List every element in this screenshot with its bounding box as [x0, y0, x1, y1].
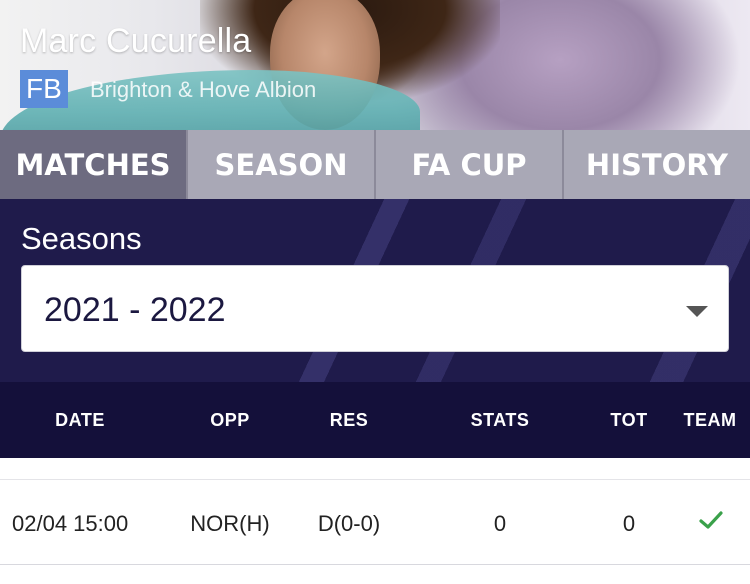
check-icon — [699, 511, 723, 529]
table-header: DATE OPP RES STATS TOT TEAM — [0, 382, 750, 458]
player-header: Marc Cucurella FB Brighton & Hove Albion — [0, 0, 750, 130]
player-name: Marc Cucurella — [20, 22, 252, 60]
tab-matches[interactable]: MATCHES — [0, 130, 188, 199]
match-date: 02/04 15:00 — [12, 511, 129, 536]
tab-bar: MATCHES SEASON FA CUP HISTORY — [0, 130, 750, 199]
chevron-down-icon[interactable] — [686, 306, 708, 317]
match-stats: 0 — [493, 511, 507, 536]
position-badge: FB — [20, 70, 68, 108]
season-panel: Seasons 2021 - 2022 — [0, 199, 750, 382]
column-header-res[interactable]: RES — [330, 410, 369, 431]
season-dropdown[interactable]: 2021 - 2022 — [21, 265, 729, 352]
column-header-stats[interactable]: STATS — [471, 410, 530, 431]
table-row[interactable]: 02/04 15:00 NOR(H) D(0-0) 0 0 — [0, 481, 750, 565]
tab-fa-cup[interactable]: FA CUP — [376, 130, 564, 199]
season-selected-value: 2021 - 2022 — [44, 291, 226, 329]
match-opponent: NOR(H) — [190, 511, 270, 536]
tab-history[interactable]: HISTORY — [564, 130, 750, 199]
match-result: D(0-0) — [317, 511, 381, 536]
table-divider — [0, 458, 750, 480]
seasons-label: Seasons — [21, 221, 142, 256]
column-header-tot[interactable]: TOT — [610, 410, 647, 431]
tab-season[interactable]: SEASON — [188, 130, 376, 199]
column-header-opp[interactable]: OPP — [210, 410, 250, 431]
column-header-date[interactable]: DATE — [55, 410, 105, 431]
club-name: Brighton & Hove Albion — [90, 77, 317, 102]
match-total: 0 — [622, 511, 636, 536]
column-header-team[interactable]: TEAM — [684, 410, 737, 431]
